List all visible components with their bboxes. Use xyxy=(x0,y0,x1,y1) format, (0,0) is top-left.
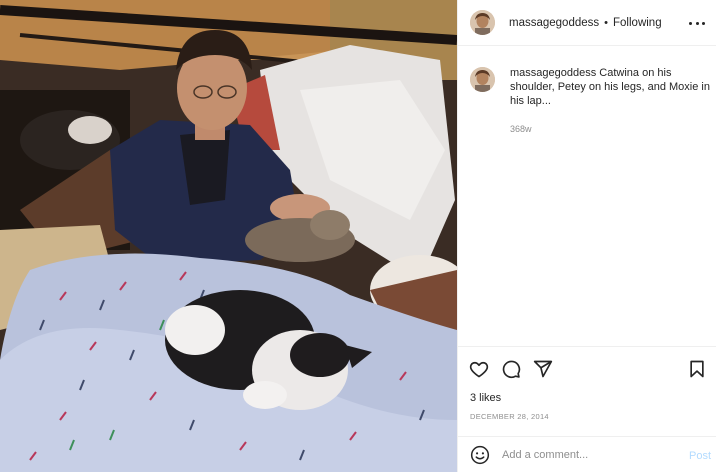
more-horizontal-icon[interactable] xyxy=(689,15,705,31)
separator-dot: • xyxy=(604,16,609,29)
caption-username[interactable]: massagegoddess xyxy=(510,67,596,79)
caption: massagegoddess Catwina on his shoulder, … xyxy=(470,66,710,136)
bookmark-icon[interactable] xyxy=(687,359,707,379)
caption-avatar[interactable] xyxy=(470,67,495,92)
photo-illustration xyxy=(0,0,457,472)
post-date: DECEMBER 28, 2014 xyxy=(470,412,549,421)
avatar-image xyxy=(470,10,495,35)
caption-body: massagegoddess Catwina on his shoulder, … xyxy=(510,66,710,136)
likes-count[interactable]: 3 likes xyxy=(470,392,501,404)
comment-icon[interactable] xyxy=(501,359,521,379)
comment-input[interactable] xyxy=(502,448,672,461)
post-sidebar: massagegoddess • Following massagegoddes… xyxy=(457,0,716,472)
post-header: massagegoddess • Following xyxy=(458,0,716,46)
post-viewer: massagegoddess • Following massagegoddes… xyxy=(0,0,716,472)
post-photo[interactable] xyxy=(0,0,457,472)
author-username[interactable]: massagegoddess xyxy=(509,17,599,29)
caption-timestamp[interactable]: 368w xyxy=(510,122,710,136)
emoji-icon[interactable] xyxy=(470,445,490,465)
action-icons xyxy=(469,359,553,379)
action-bar: 3 likes DECEMBER 28, 2014 xyxy=(458,346,716,436)
send-icon[interactable] xyxy=(533,359,553,379)
heart-icon[interactable] xyxy=(469,359,489,379)
comment-box: Post xyxy=(458,436,716,472)
post-comment-button[interactable]: Post xyxy=(689,450,711,462)
following-button[interactable]: Following xyxy=(613,17,662,29)
avatar-image xyxy=(470,67,495,92)
author-avatar[interactable] xyxy=(470,10,495,35)
